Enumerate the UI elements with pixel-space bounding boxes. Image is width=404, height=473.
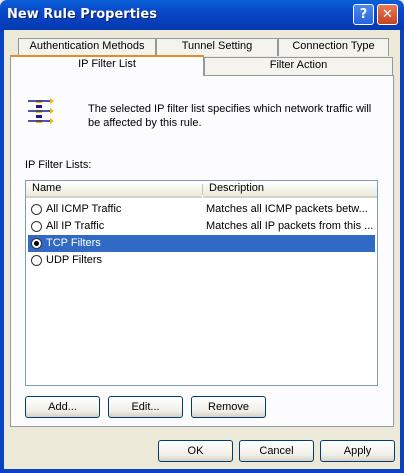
ip-filter-list-view[interactable]: Name Description All ICMP Traffic Matche…: [25, 180, 378, 386]
list-item[interactable]: UDP Filters: [28, 252, 375, 269]
edit-button[interactable]: Edit...: [108, 396, 183, 418]
cancel-button[interactable]: Cancel: [239, 440, 314, 462]
radio-button[interactable]: [31, 221, 42, 232]
add-button[interactable]: Add...: [25, 396, 100, 418]
filter-name: UDP Filters: [46, 254, 103, 266]
filter-description: Matches all ICMP packets betw...: [206, 203, 368, 215]
tab-authentication-methods[interactable]: Authentication Methods: [18, 38, 156, 56]
apply-button[interactable]: Apply: [320, 440, 395, 462]
remove-button[interactable]: Remove: [191, 396, 266, 418]
tab-ip-filter-list[interactable]: IP Filter List: [10, 55, 204, 76]
filter-name: All ICMP Traffic: [46, 203, 122, 215]
title-bar[interactable]: New Rule Properties ? ✕: [0, 0, 404, 30]
column-header-description[interactable]: Description: [203, 181, 369, 198]
tab-tunnel-setting[interactable]: Tunnel Setting: [156, 38, 278, 56]
radio-button-checked[interactable]: [31, 238, 42, 249]
radio-button[interactable]: [31, 204, 42, 215]
filter-name: All IP Traffic: [46, 220, 105, 232]
window-title: New Rule Properties: [7, 7, 157, 22]
column-header-name[interactable]: Name: [26, 181, 202, 198]
filter-description: Matches all IP packets from this ...: [206, 220, 374, 232]
window-frame-left: [0, 30, 4, 473]
info-text: The selected IP filter list specifies wh…: [88, 103, 372, 129]
list-item[interactable]: All IP Traffic Matches all IP packets fr…: [28, 218, 375, 235]
column-header-filler: [369, 181, 377, 198]
filter-name: TCP Filters: [46, 237, 101, 249]
ip-filter-lists-label: IP Filter Lists:: [25, 159, 92, 171]
tab-filter-action[interactable]: Filter Action: [204, 57, 393, 75]
list-item-selected[interactable]: TCP Filters: [28, 235, 375, 252]
tab-connection-type[interactable]: Connection Type: [278, 38, 389, 56]
window-frame-bottom: [0, 469, 404, 473]
list-item[interactable]: All ICMP Traffic Matches all ICMP packet…: [28, 201, 375, 218]
window-frame-right: [400, 30, 404, 473]
radio-button[interactable]: [31, 255, 42, 266]
close-button[interactable]: ✕: [377, 4, 398, 25]
ip-filter-list-icon: [24, 98, 56, 128]
ok-button[interactable]: OK: [158, 440, 233, 462]
help-button[interactable]: ?: [353, 4, 374, 25]
